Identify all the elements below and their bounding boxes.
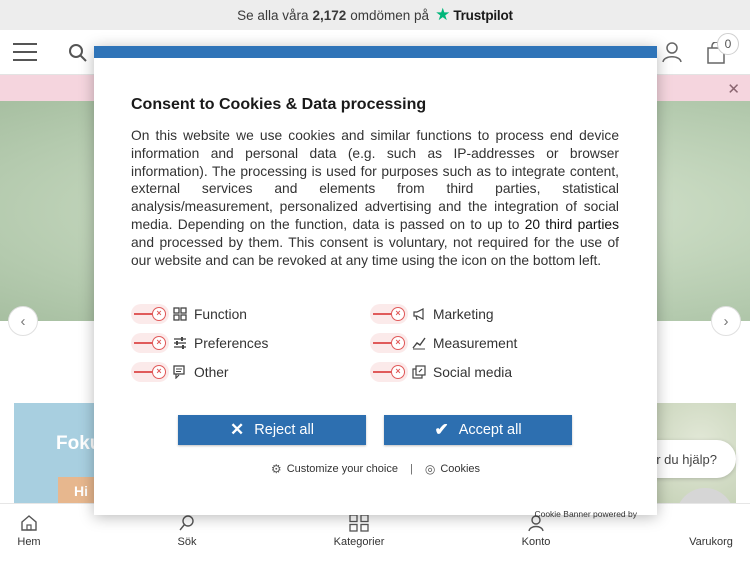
option-label: Social media [433, 364, 512, 380]
customize-link[interactable]: Customize your choice [287, 463, 398, 475]
dialog-title: Consent to Cookies & Data processing [131, 96, 427, 113]
option-social-media[interactable]: × Social media [370, 362, 512, 382]
toggle-other[interactable]: × [131, 362, 169, 382]
toggle-off-icon: × [391, 307, 405, 321]
toggle-measurement[interactable]: × [370, 333, 408, 353]
powered-by[interactable]: Cookie Banner powered by [534, 509, 637, 519]
dialog-body: On this website we use cookies and simil… [131, 127, 619, 269]
reject-all-button[interactable]: ✕ Reject all [178, 415, 366, 445]
option-function[interactable]: × Function [131, 304, 247, 324]
option-label: Preferences [194, 335, 269, 351]
toggle-off-icon: × [391, 365, 405, 379]
option-preferences[interactable]: × Preferences [131, 333, 268, 353]
option-other[interactable]: × Other [131, 362, 229, 382]
toggle-off-icon: × [391, 336, 405, 350]
megaphone-icon [413, 308, 424, 321]
option-label: Other [194, 364, 229, 380]
cookie-icon: ◎ [424, 462, 436, 476]
toggle-function[interactable]: × [131, 304, 169, 324]
toggle-off-icon: × [152, 365, 166, 379]
toggle-marketing[interactable]: × [370, 304, 408, 324]
body-text-end: and processed by them. This consent is v… [131, 234, 619, 268]
accept-label: Accept all [458, 422, 522, 438]
toggle-off-icon: × [152, 307, 166, 321]
chat-icon [173, 365, 185, 379]
cookies-link[interactable]: Cookies [440, 463, 480, 475]
option-measurement[interactable]: × Measurement [370, 333, 517, 353]
accept-all-button[interactable]: ✔ Accept all [384, 415, 572, 445]
option-label: Measurement [433, 335, 518, 351]
toggle-preferences[interactable]: × [131, 333, 169, 353]
gear-icon: ⚙ [270, 462, 282, 476]
third-parties-link[interactable]: 20 third parties [525, 217, 619, 232]
dialog-links: ⚙ Customize your choice | ◎ Cookies [94, 462, 657, 476]
option-label: Marketing [433, 306, 494, 322]
link-separator: | [409, 463, 413, 475]
cookie-consent-dialog: Consent to Cookies & Data processing On … [94, 46, 657, 519]
option-label: Function [194, 306, 247, 322]
chart-icon [412, 337, 426, 350]
toggle-social-media[interactable]: × [370, 362, 408, 382]
close-icon: ✕ [230, 420, 245, 439]
sliders-icon [174, 337, 186, 349]
grid-icon [173, 307, 187, 321]
toggle-off-icon: × [152, 336, 166, 350]
reject-label: Reject all [254, 422, 314, 438]
share-icon [412, 365, 426, 379]
checkmark-icon: ✔ [434, 420, 449, 439]
option-marketing[interactable]: × Marketing [370, 304, 494, 324]
